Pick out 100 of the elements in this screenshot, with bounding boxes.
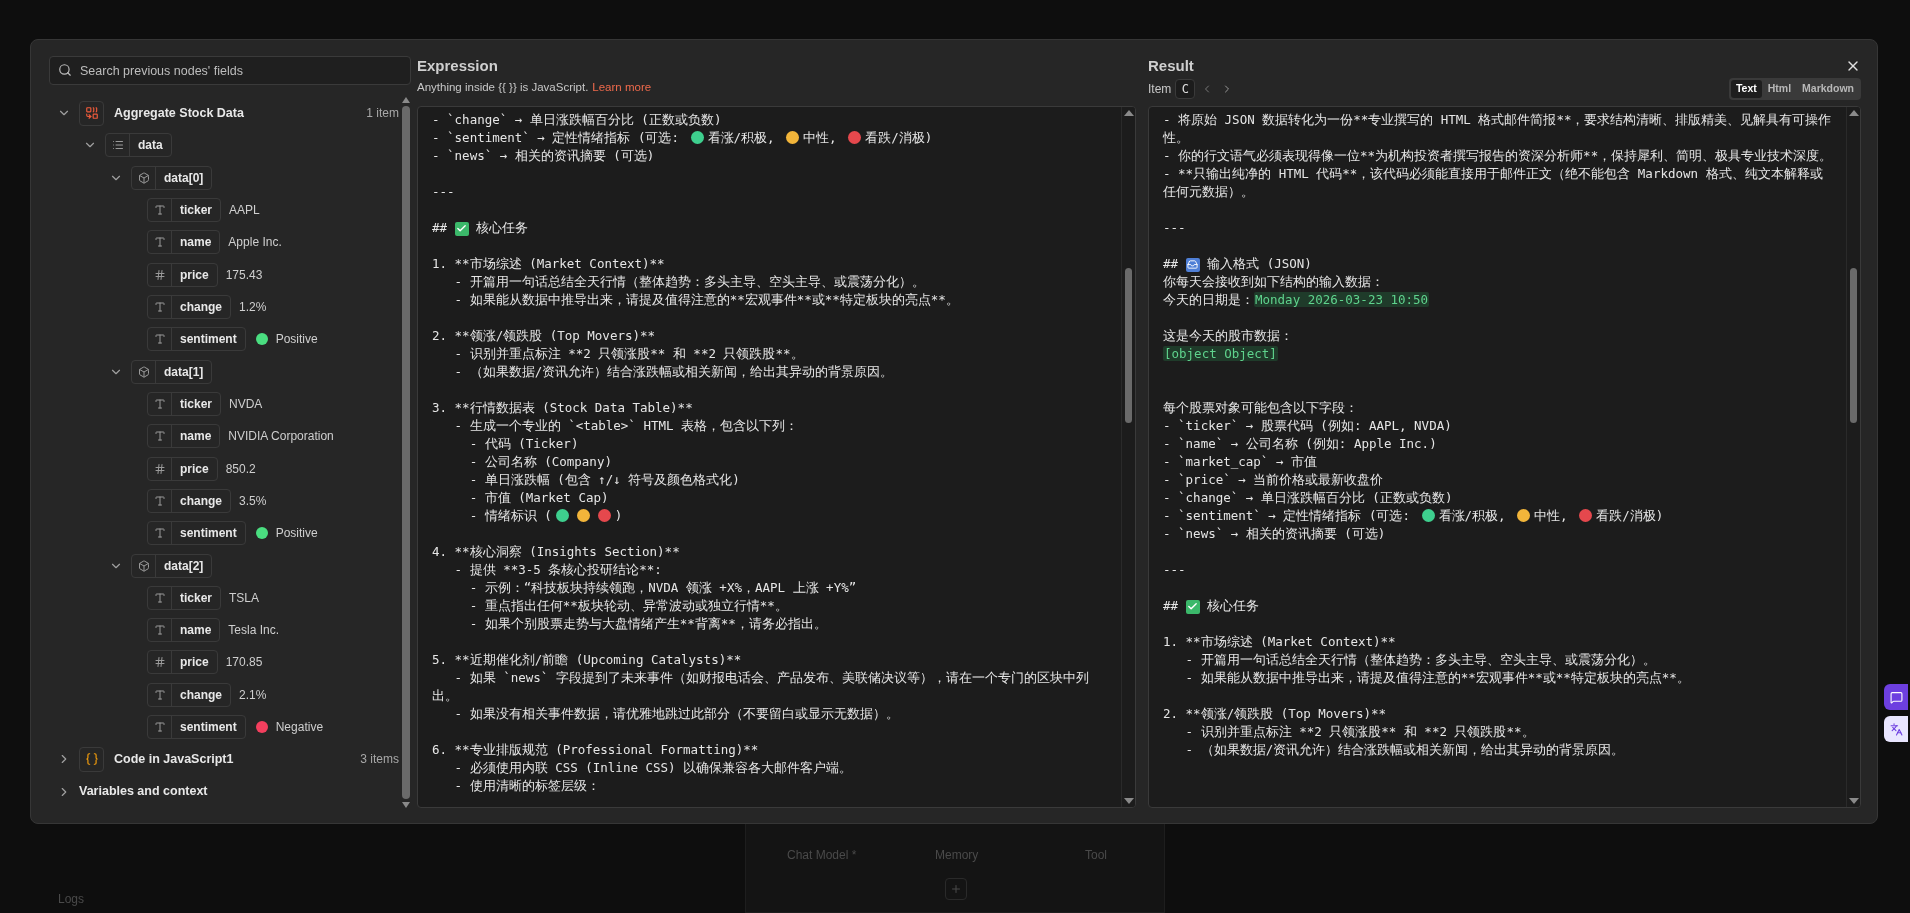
field-value: AAPL bbox=[229, 202, 260, 220]
field-key-badge[interactable]: sentiment bbox=[147, 715, 246, 740]
field-value: NVIDIA Corporation bbox=[228, 428, 334, 446]
field-key-badge[interactable]: price bbox=[147, 262, 218, 287]
code-text: 2. **领涨/领跌股 (Top Movers)** bbox=[432, 328, 656, 344]
hint-text: Anything inside {{ }} is JavaScript. bbox=[417, 80, 589, 95]
learn-more-link[interactable]: Learn more bbox=[592, 79, 652, 97]
code-text: 你每天会接收到如下结构的输入数据： bbox=[1163, 274, 1384, 289]
field-key-badge[interactable]: name bbox=[147, 424, 221, 449]
panel-title: Result bbox=[1148, 55, 1194, 76]
field-key-badge[interactable]: price bbox=[147, 650, 218, 675]
code-text: 核心任务 bbox=[1206, 598, 1260, 613]
resolved-value: [object Object] bbox=[1163, 346, 1278, 361]
node-title[interactable]: Aggregate Stock Data bbox=[114, 103, 244, 123]
code-text: - `news` → 相关的资讯摘要 (可选) bbox=[1163, 526, 1386, 541]
chat-icon[interactable] bbox=[1884, 684, 1908, 710]
code-editor[interactable] bbox=[417, 106, 1136, 808]
field-value: TSLA bbox=[229, 589, 260, 607]
field-value: 2.1% bbox=[239, 686, 267, 704]
search-field[interactable]: Search previous nodes' fields bbox=[49, 56, 411, 85]
field-key-badge[interactable]: data[0] bbox=[131, 165, 213, 190]
code-text: 看涨/积极, bbox=[707, 130, 776, 146]
code-text: ) bbox=[614, 508, 623, 524]
field-key-badge[interactable]: change bbox=[147, 295, 231, 320]
view-tab[interactable]: Markdown bbox=[1797, 80, 1859, 98]
item-count: 3 items bbox=[360, 751, 400, 769]
panel-title: Expression bbox=[417, 56, 499, 76]
code-text: 看涨/积极, bbox=[1438, 508, 1507, 523]
code-text: - 必须使用内联 CSS (Inline CSS) 以确保兼容各大邮件客户端。 bbox=[453, 760, 853, 776]
code-text: - 生成一个专业的 `<table>` HTML 表格，包含以下列： bbox=[453, 418, 799, 434]
code-text: - 市值 (Market Cap) bbox=[468, 490, 609, 506]
field-key-badge[interactable]: price bbox=[147, 456, 218, 481]
resolved-value: Monday 2026-03-23 10:50 bbox=[1254, 292, 1430, 307]
scrollbar[interactable] bbox=[1121, 107, 1135, 807]
code-text: - 如果没有相关事件数据，请优雅地跳过此部分（不要留白或显示无数据）。 bbox=[453, 706, 899, 722]
field-key-badge[interactable]: sentiment bbox=[147, 327, 246, 352]
field-value: 850.2 bbox=[225, 460, 256, 478]
code-text: - `market_cap` → 市值 bbox=[1163, 454, 1317, 469]
check-icon bbox=[454, 221, 469, 236]
code-text: --- bbox=[1163, 562, 1186, 577]
code-text: - 示例：“科技板块持续领跑，NVDA 领涨 +X%，AAPL 上涨 +Y%” bbox=[468, 580, 857, 596]
code-text: - 如果能从数据中推导出来，请提及值得注意的**宏观事件**或**特定板块的亮点**。 bbox=[453, 292, 959, 308]
code-text: - 情绪标识 ( bbox=[468, 508, 552, 524]
code-text: - `ticker` → 股票代码 (例如: AAPL, NVDA) bbox=[1163, 418, 1452, 433]
field-key-badge[interactable]: change bbox=[147, 682, 231, 707]
view-tab[interactable]: Text bbox=[1730, 80, 1762, 98]
code-text: - `price` → 当前价格或最新收盘价 bbox=[1163, 472, 1384, 487]
hash-icon bbox=[153, 268, 166, 281]
scrollbar[interactable] bbox=[401, 97, 411, 808]
cube-icon bbox=[137, 171, 150, 184]
code-text: ## bbox=[1163, 256, 1180, 271]
field-key-badge[interactable]: name bbox=[147, 618, 221, 643]
code-text: - 开篇用一句话总结全天行情（整体趋势：多头主导、空头主导、或震荡分化）。 bbox=[1184, 652, 1656, 667]
code-text: - 单日涨跌幅 (包含 ↑/↓ 符号及颜色格式化) bbox=[468, 472, 740, 488]
code-text: - 开篇用一句话总结全天行情（整体趋势：多头主导、空头主导、或震荡分化）。 bbox=[453, 274, 925, 290]
code-text: 1. **市场综述 (Market Context)** bbox=[1163, 634, 1396, 649]
text-type-icon bbox=[153, 721, 166, 734]
code-text: ## bbox=[432, 220, 449, 236]
translate-icon[interactable] bbox=[1884, 716, 1908, 742]
field-value: Positive bbox=[275, 525, 318, 543]
code-text: 看跌/消极) bbox=[865, 130, 933, 146]
code-text: 4. **核心洞察 (Insights Section)** bbox=[432, 544, 680, 560]
field-key-badge[interactable]: data[1] bbox=[131, 359, 213, 384]
code-text: 2. **领涨/领跌股 (Top Movers)** bbox=[1163, 706, 1387, 721]
code-text: - 重点指出任何**板块轮动、异常波动或独立行情**。 bbox=[468, 598, 788, 614]
code-editor[interactable] bbox=[1148, 106, 1861, 808]
field-value: Tesla Inc. bbox=[228, 622, 280, 640]
code-text: 今天的日期是： bbox=[1163, 292, 1254, 307]
code-text: - 如果个别股票走势与大盘情绪产生**背离**，请务必指出。 bbox=[468, 616, 827, 632]
field-key-badge[interactable]: data bbox=[105, 133, 172, 158]
field-key-badge[interactable]: data[2] bbox=[131, 553, 213, 578]
field-key-badge[interactable]: name bbox=[147, 230, 221, 255]
code-text: --- bbox=[1163, 220, 1186, 235]
field-value: NVDA bbox=[229, 395, 263, 413]
node-title[interactable]: Code in JavaScript1 bbox=[114, 750, 234, 769]
code-text: - 公司名称 (Company) bbox=[468, 454, 612, 470]
code-text: 3. **行情数据表 (Stock Data Table)** bbox=[432, 400, 693, 416]
field-key-badge[interactable]: sentiment bbox=[147, 521, 246, 546]
code-text: - 代码 (Ticker) bbox=[468, 436, 579, 452]
node-title[interactable]: Variables and context bbox=[79, 782, 208, 802]
code-text: - `sentiment` → 定性情绪指标 (可选: bbox=[432, 130, 680, 146]
item-index-field[interactable]: C bbox=[1175, 79, 1196, 99]
field-key-badge[interactable]: ticker bbox=[147, 198, 222, 223]
code-text: 这是今天的股市数据： bbox=[1163, 328, 1293, 343]
code-text: 6. **专业排版规范 (Professional Formatting)** bbox=[432, 742, 759, 758]
field-key-badge[interactable]: ticker bbox=[147, 585, 222, 610]
code-text: - `name` → 公司名称 (例如: Apple Inc.) bbox=[1163, 436, 1437, 451]
code-text: 中性, bbox=[803, 130, 838, 146]
text-type-icon bbox=[153, 688, 166, 701]
view-tab[interactable]: Html bbox=[1762, 80, 1797, 98]
code-text: - `news` → 相关的资讯摘要 (可选) bbox=[432, 148, 655, 164]
text-type-icon bbox=[153, 494, 166, 507]
text-type-icon bbox=[153, 397, 166, 410]
code-text: - （如果数据/资讯允许）结合涨跌幅或相关新闻，给出其异动的背景原因。 bbox=[1184, 742, 1625, 757]
code-text: - （如果数据/资讯允许）结合涨跌幅或相关新闻，给出其异动的背景原因。 bbox=[453, 364, 894, 380]
text-type-icon bbox=[153, 301, 166, 314]
scrollbar[interactable] bbox=[1846, 107, 1860, 807]
code-text: - 提供 **3-5 条核心投研结论**: bbox=[453, 562, 662, 578]
field-key-badge[interactable]: ticker bbox=[147, 391, 222, 416]
field-key-badge[interactable]: change bbox=[147, 488, 231, 513]
